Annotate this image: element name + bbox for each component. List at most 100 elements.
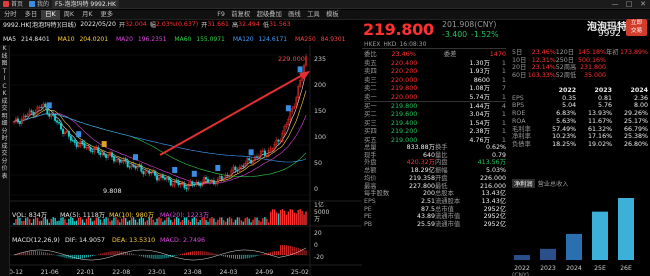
sidebar-glyph[interactable]: 成 (0, 143, 9, 151)
ask-level[interactable]: 卖五 220.400 1.30万 1 (364, 59, 506, 67)
trade-now-button[interactable]: 立即 交易 (626, 19, 647, 36)
period-fenshi[interactable]: 分时 (0, 10, 21, 20)
volume-bar (83, 222, 86, 225)
sidebar-glyph[interactable]: T (0, 68, 9, 76)
sidebar-glyph[interactable]: 成 (0, 98, 9, 106)
candle-body (134, 166, 137, 169)
candle-body (163, 177, 166, 180)
stat-row: 总额 18.29亿 振幅 5.03% (364, 167, 506, 175)
sidebar-glyph[interactable]: 价 (0, 165, 9, 173)
quote-time: 16:08:30 (399, 41, 427, 48)
candle-body (248, 158, 251, 161)
sidebar-glyph[interactable]: 时 (0, 135, 9, 143)
volume-bar (287, 211, 290, 225)
sidebar-glyph[interactable]: 交 (0, 150, 9, 158)
ask-level[interactable]: 卖一 220.000 5.74万 1 (364, 93, 506, 102)
event-marker-icon[interactable] (191, 170, 197, 177)
event-marker-icon[interactable] (101, 141, 107, 148)
period-daily-k[interactable]: 日K (41, 9, 60, 20)
period-weekly-k[interactable]: 周K (60, 10, 78, 20)
event-marker-icon[interactable] (285, 105, 291, 112)
kline-chart[interactable]: 229.000 9.808 235200150100500 1亿5000万 20… (10, 45, 362, 276)
volume-bar (173, 218, 176, 225)
tab-net-profit[interactable]: 净利润 (512, 179, 535, 188)
sidebar-glyph[interactable]: 图 (0, 60, 9, 68)
order-ratio-row: 委比 23.46% 委差 1470 (364, 50, 506, 58)
bid-level[interactable]: 买二 219.600 3.04万 1 (364, 110, 506, 118)
tab-mine[interactable]: 我的 (26, 0, 52, 9)
adjust-button[interactable]: 前复权 (228, 10, 253, 20)
minimize-button[interactable]: — (608, 0, 622, 8)
event-marker-icon[interactable] (133, 154, 139, 161)
event-marker-icon[interactable] (248, 149, 254, 156)
performance-row: 10日 12.31% 250日 500.16% (512, 56, 606, 64)
sidebar-glyph[interactable]: K (0, 45, 9, 53)
financials-row: ROE 6.83% 13.93% 29.26% (512, 110, 648, 118)
volume-bar (271, 209, 274, 225)
tab-revenue[interactable]: 营业总收入 (538, 179, 569, 188)
sidebar-glyph[interactable]: 分 (0, 128, 9, 136)
f9-button[interactable]: F9 (214, 10, 228, 20)
volume-bar (291, 209, 293, 225)
period-duori[interactable]: 多日 (21, 10, 42, 20)
price-max-label: 229.000 (278, 55, 305, 63)
candle-body (212, 180, 215, 185)
view-switcher-sidebar[interactable]: K线图TICK成交明细分时成交分价表 (0, 45, 10, 276)
bid-level[interactable]: 买三 219.400 1.54万 1 (364, 119, 506, 127)
financials-row: 负债率 18.25% 19.02% 26.80% (512, 140, 648, 148)
sidebar-glyph[interactable]: C (0, 83, 9, 91)
candle-body (199, 183, 202, 187)
bid-level[interactable]: 买五 219.000 4.76万 1 (364, 136, 506, 144)
draw-line-button[interactable]: 画线 (285, 10, 304, 20)
tab-home[interactable]: 首页 (0, 0, 26, 9)
volume-axis-label: 万 (314, 216, 320, 223)
financials-row: 净利率 10.23% 17.16% 25.38% (512, 133, 648, 141)
event-marker-icon[interactable] (76, 131, 82, 138)
period-more[interactable]: 更多 (97, 10, 118, 20)
sidebar-glyph[interactable]: I (0, 75, 9, 83)
sidebar-glyph[interactable]: K (0, 90, 9, 98)
sidebar-glyph[interactable]: 线 (0, 53, 9, 61)
event-marker-icon[interactable] (215, 165, 221, 172)
volume-bar (30, 222, 33, 225)
period-monthly-k[interactable]: 月K (78, 10, 96, 20)
event-marker-icon[interactable] (297, 66, 303, 73)
sidebar-glyph[interactable]: 交 (0, 105, 9, 113)
volume-bar (68, 218, 70, 225)
order-book-levels: 卖五 220.400 1.30万 1 卖四 220.200 1.93万 1 卖三 220.000 8… (364, 59, 506, 144)
volume-bar (289, 209, 292, 225)
ask-level[interactable]: 卖三 220.000 8600 1 (364, 76, 506, 84)
sidebar-glyph[interactable]: 细 (0, 120, 9, 128)
volume-bar (207, 221, 209, 225)
ask-level[interactable]: 卖四 220.200 1.93万 1 (364, 67, 506, 75)
volume-bar (256, 217, 258, 225)
stat-row: PE 43.89 流通市值 2952亿 (364, 213, 506, 221)
tab-stock[interactable]: F5-泡泡玛特 9992.HK (52, 0, 119, 9)
event-marker-icon[interactable] (172, 166, 178, 173)
volume-bar (279, 210, 282, 225)
volume-bar (81, 219, 84, 225)
profit-bar-year: 2023 (540, 265, 556, 272)
candle-body (32, 112, 35, 116)
volume-bar (58, 220, 60, 225)
sidebar-glyph[interactable]: 表 (0, 173, 9, 181)
tools-button[interactable]: 工具 (304, 10, 323, 20)
bid-level[interactable]: 买一 219.800 1.44万 4 (364, 101, 506, 111)
template-button[interactable]: 模板 (323, 10, 342, 20)
maximize-button[interactable]: □ (622, 0, 636, 8)
volume-bar (260, 221, 262, 225)
overlay-button[interactable]: 超级叠加 (253, 10, 285, 20)
volume-bar (277, 213, 280, 225)
close-button[interactable]: ✕ (636, 0, 650, 8)
date-axis-label: 20-12 (10, 269, 23, 276)
bid-level[interactable]: 买四 219.200 2.38万 1 (364, 127, 506, 135)
price-axis-label: 0 (314, 186, 318, 193)
ask-level[interactable]: 卖二 219.800 1.08万 7 (364, 84, 506, 92)
candle-body (183, 183, 186, 188)
candle-body (30, 110, 33, 113)
volume-bar (38, 221, 41, 225)
sidebar-glyph[interactable]: 分 (0, 158, 9, 166)
volume-bar (305, 211, 307, 225)
sidebar-glyph[interactable]: 明 (0, 113, 9, 121)
event-marker-icon[interactable] (46, 102, 52, 109)
